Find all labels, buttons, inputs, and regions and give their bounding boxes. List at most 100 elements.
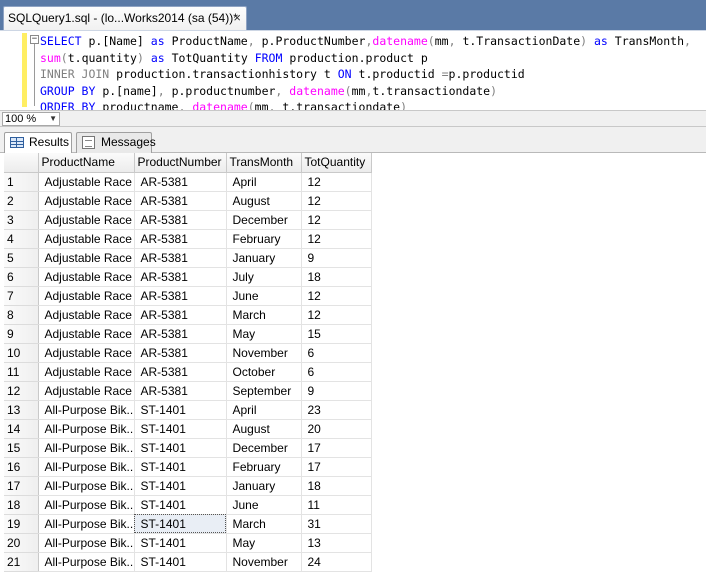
row-number[interactable]: 14 (4, 419, 39, 439)
cell-totquantity[interactable]: 17 (301, 438, 372, 458)
cell-totquantity[interactable]: 23 (301, 400, 372, 420)
cell-totquantity[interactable]: 15 (301, 324, 372, 344)
row-number[interactable]: 8 (4, 305, 39, 325)
row-number[interactable]: 2 (4, 191, 39, 211)
cell-productnumber[interactable]: AR-5381 (134, 267, 227, 287)
cell-transmonth[interactable]: July (226, 267, 302, 287)
row-number[interactable]: 15 (4, 438, 39, 458)
cell-transmonth[interactable]: September (226, 381, 302, 401)
close-icon[interactable]: × (233, 7, 241, 29)
tab-messages[interactable]: Messages (76, 132, 156, 153)
cell-productname[interactable]: Adjustable Race (38, 305, 135, 325)
row-number[interactable]: 6 (4, 267, 39, 287)
cell-totquantity[interactable]: 12 (301, 210, 372, 230)
cell-transmonth[interactable]: March (226, 514, 302, 534)
document-tab[interactable]: SQLQuery1.sql - (lo...Works2014 (sa (54)… (3, 6, 247, 30)
cell-productnumber[interactable]: ST-1401 (134, 533, 227, 553)
tab-results[interactable]: Results (4, 132, 72, 154)
cell-transmonth[interactable]: December (226, 438, 302, 458)
code-line[interactable]: sum(t.quantity) as TotQuantity FROM prod… (40, 50, 706, 67)
row-number[interactable]: 11 (4, 362, 39, 382)
cell-productname[interactable]: All-Purpose Bik... (38, 476, 135, 496)
table-row[interactable]: 17 All-Purpose Bik... ST-1401 January 18 (4, 476, 372, 496)
cell-productnumber[interactable]: AR-5381 (134, 191, 227, 211)
row-number[interactable]: 3 (4, 210, 39, 230)
row-number[interactable]: 7 (4, 286, 39, 306)
cell-productnumber[interactable]: ST-1401 (134, 400, 227, 420)
cell-productnumber[interactable]: ST-1401 (134, 438, 227, 458)
cell-productname[interactable]: Adjustable Race (38, 248, 135, 268)
cell-productnumber[interactable]: AR-5381 (134, 172, 227, 192)
table-row[interactable]: 15 All-Purpose Bik... ST-1401 December 17 (4, 438, 372, 458)
row-number[interactable]: 21 (4, 552, 39, 572)
cell-totquantity[interactable]: 6 (301, 343, 372, 363)
cell-productname[interactable]: Adjustable Race (38, 267, 135, 287)
cell-productname[interactable]: All-Purpose Bik... (38, 400, 135, 420)
cell-productname[interactable]: All-Purpose Bik... (38, 495, 135, 515)
row-number[interactable]: 16 (4, 457, 39, 477)
cell-productname[interactable]: All-Purpose Bik... (38, 552, 135, 572)
cell-transmonth[interactable]: February (226, 229, 302, 249)
cell-productnumber[interactable]: ST-1401 (134, 457, 227, 477)
row-number[interactable]: 5 (4, 248, 39, 268)
cell-transmonth[interactable]: March (226, 305, 302, 325)
code-line[interactable]: INNER JOIN production.transactionhistory… (40, 66, 706, 83)
table-row[interactable]: 10 Adjustable Race AR-5381 November 6 (4, 343, 372, 363)
query-editor[interactable]: − SELECT p.[Name] as ProductName, p.Prod… (0, 30, 706, 114)
column-header-productnumber[interactable]: ProductNumber (134, 153, 227, 173)
cell-totquantity[interactable]: 9 (301, 381, 372, 401)
cell-transmonth[interactable]: August (226, 419, 302, 439)
cell-productname[interactable]: Adjustable Race (38, 210, 135, 230)
cell-productnumber[interactable]: ST-1401 (134, 514, 227, 534)
zoom-select[interactable]: 100 % ▼ (2, 112, 60, 126)
table-row[interactable]: 8 Adjustable Race AR-5381 March 12 (4, 305, 372, 325)
cell-productname[interactable]: All-Purpose Bik... (38, 457, 135, 477)
cell-totquantity[interactable]: 18 (301, 267, 372, 287)
table-row[interactable]: 1 Adjustable Race AR-5381 April 12 (4, 172, 372, 192)
cell-productname[interactable]: Adjustable Race (38, 362, 135, 382)
table-row[interactable]: 21 All-Purpose Bik... ST-1401 November 24 (4, 552, 372, 572)
row-number[interactable]: 12 (4, 381, 39, 401)
table-row[interactable]: 2 Adjustable Race AR-5381 August 12 (4, 191, 372, 211)
cell-transmonth[interactable]: November (226, 552, 302, 572)
cell-productname[interactable]: Adjustable Race (38, 172, 135, 192)
cell-productname[interactable]: Adjustable Race (38, 381, 135, 401)
row-number[interactable]: 17 (4, 476, 39, 496)
cell-transmonth[interactable]: January (226, 476, 302, 496)
cell-productnumber[interactable]: AR-5381 (134, 381, 227, 401)
table-row[interactable]: 5 Adjustable Race AR-5381 January 9 (4, 248, 372, 268)
cell-transmonth[interactable]: May (226, 533, 302, 553)
cell-totquantity[interactable]: 12 (301, 191, 372, 211)
cell-totquantity[interactable]: 31 (301, 514, 372, 534)
cell-totquantity[interactable]: 24 (301, 552, 372, 572)
table-row[interactable]: 13 All-Purpose Bik... ST-1401 April 23 (4, 400, 372, 420)
cell-totquantity[interactable]: 12 (301, 229, 372, 249)
cell-totquantity[interactable]: 12 (301, 172, 372, 192)
cell-productname[interactable]: Adjustable Race (38, 286, 135, 306)
table-row[interactable]: 9 Adjustable Race AR-5381 May 15 (4, 324, 372, 344)
row-number[interactable]: 13 (4, 400, 39, 420)
cell-productnumber[interactable]: ST-1401 (134, 419, 227, 439)
table-row[interactable]: 19 All-Purpose Bik... ST-1401 March 31 (4, 514, 372, 534)
cell-totquantity[interactable]: 18 (301, 476, 372, 496)
cell-transmonth[interactable]: August (226, 191, 302, 211)
cell-productnumber[interactable]: AR-5381 (134, 362, 227, 382)
cell-totquantity[interactable]: 12 (301, 286, 372, 306)
sql-code[interactable]: SELECT p.[Name] as ProductName, p.Produc… (40, 33, 706, 116)
row-number[interactable]: 9 (4, 324, 39, 344)
cell-transmonth[interactable]: December (226, 210, 302, 230)
cell-transmonth[interactable]: April (226, 400, 302, 420)
table-row[interactable]: 11 Adjustable Race AR-5381 October 6 (4, 362, 372, 382)
cell-productnumber[interactable]: ST-1401 (134, 495, 227, 515)
row-number[interactable]: 18 (4, 495, 39, 515)
cell-totquantity[interactable]: 12 (301, 305, 372, 325)
table-row[interactable]: 18 All-Purpose Bik... ST-1401 June 11 (4, 495, 372, 515)
cell-productname[interactable]: All-Purpose Bik... (38, 514, 135, 534)
row-number[interactable]: 10 (4, 343, 39, 363)
cell-totquantity[interactable]: 11 (301, 495, 372, 515)
cell-productnumber[interactable]: AR-5381 (134, 229, 227, 249)
cell-totquantity[interactable]: 6 (301, 362, 372, 382)
column-header-transmonth[interactable]: TransMonth (226, 153, 302, 173)
cell-totquantity[interactable]: 9 (301, 248, 372, 268)
cell-transmonth[interactable]: October (226, 362, 302, 382)
